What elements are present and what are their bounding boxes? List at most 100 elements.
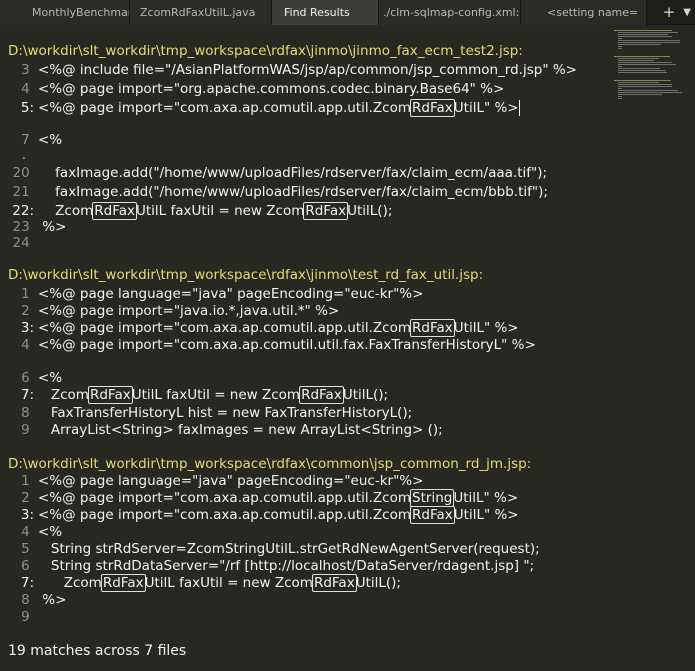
code-text: UtilL();: [342, 387, 389, 403]
line-number: 9: [21, 609, 34, 625]
minimap-line: [618, 66, 622, 67]
minimap-line: [618, 44, 661, 45]
code-text: <%: [38, 370, 63, 386]
match-highlight: RdFax: [410, 319, 455, 337]
match-highlight: String: [410, 489, 455, 507]
line-code: <%@ page import="com.axa.ap.comutil.util…: [38, 337, 536, 353]
code-text: UtilL" %>: [453, 507, 519, 523]
code-text: <%@ page import="com.axa.ap.comutil.app.…: [38, 320, 412, 336]
line-code: <%@ page import="com.axa.ap.comutil.app.…: [38, 489, 519, 507]
line-code: FaxTransferHistoryL hist = new FaxTransf…: [38, 405, 412, 421]
line-code: %>: [38, 219, 66, 235]
result-line[interactable]: 7: ZcomRdFaxUtilL faxUtil = new ZcomRdFa…: [0, 386, 610, 405]
result-line[interactable]: 9: [0, 608, 610, 627]
line-code: faxImage.add("/home/www/uploadFiles/rdse…: [38, 165, 547, 181]
result-line[interactable]: 9 ArrayList<String> faxImages = new Arra…: [0, 421, 610, 440]
tab-find-results[interactable]: Find Results: [272, 0, 379, 25]
line-code: String strRdServer=ZcomStringUtilL.strGe…: [38, 541, 540, 557]
code-text: Zcom: [38, 203, 94, 219]
code-text: <%@ page import="org.apache.commons.code…: [38, 81, 505, 97]
code-text: String strRdDataServer="/rf [http://loca…: [38, 558, 535, 574]
minimap-line: [618, 94, 663, 95]
code-text: UtilL" %>: [453, 490, 519, 506]
line-number: 20: [12, 165, 34, 181]
result-line[interactable]: 20 faxImage.add("/home/www/uploadFiles/r…: [0, 164, 610, 183]
minimap-line: [618, 48, 622, 49]
tab-zcom-rdfax-util[interactable]: ZcomRdFaxUtilL.java: [130, 0, 272, 25]
line-number: 7:: [20, 387, 34, 403]
line-code: <%: [38, 370, 62, 386]
minimap-line: [618, 70, 666, 71]
line-code: <%@ page import="com.axa.ap.comutil.app.…: [38, 319, 519, 337]
result-line[interactable]: 24: [0, 234, 610, 253]
file-path-header[interactable]: D:\workdir\slt_workdir\tmp_workspace\rdf…: [8, 266, 483, 285]
result-line[interactable]: 4 <%@ page import="org.apache.commons.co…: [0, 80, 610, 99]
minimap-line: [618, 96, 622, 97]
new-tab-plus-icon[interactable]: +: [663, 0, 676, 25]
code-text: faxImage.add("/home/www/uploadFiles/rdse…: [38, 165, 548, 181]
line-number: 24: [12, 235, 34, 251]
code-text: Zcom: [38, 575, 102, 591]
find-results-pane[interactable]: D:\workdir\slt_workdir\tmp_workspace\rdf…: [0, 26, 610, 671]
line-number: 7: [21, 132, 34, 148]
omitted-lines-ellipsis: .: [22, 148, 26, 162]
minimap-line: [618, 40, 681, 41]
minimap-line: [618, 98, 622, 99]
line-code: ZcomRdFaxUtilL faxUtil = new ZcomRdFaxUt…: [38, 386, 389, 404]
line-code: <%@ page language="java" pageEncoding="e…: [38, 473, 423, 489]
minimap[interactable]: [612, 26, 695, 216]
result-line[interactable]: 3 <%@ include file="/AsianPlatformWAS/js…: [0, 61, 610, 80]
minimap-line: [618, 86, 672, 87]
line-code: faxImage.add("/home/www/uploadFiles/rdse…: [38, 184, 548, 200]
minimap-line: [618, 32, 679, 33]
code-text: <%@ page import="com.axa.ap.comutil.app.…: [38, 490, 412, 506]
minimap-line: [618, 88, 622, 89]
code-text: String strRdServer=ZcomStringUtilL.strGe…: [38, 541, 540, 557]
code-text: ArrayList<String> faxImages = new ArrayL…: [38, 422, 443, 438]
minimap-line: [614, 80, 671, 81]
minimap-line: [618, 92, 682, 93]
result-line[interactable]: 7 <%: [0, 131, 610, 150]
line-number: 9: [21, 422, 34, 438]
result-line[interactable]: 4 <%@ page import="com.axa.ap.comutil.ut…: [0, 336, 610, 355]
line-code: <%@ page import="java.io.*,java.util.*" …: [38, 303, 339, 319]
line-code: <%@ page language="java" pageEncoding="e…: [38, 286, 423, 302]
line-number: 4: [21, 81, 34, 97]
code-text: UtilL" %>: [453, 320, 519, 336]
match-highlight: RdFax: [311, 574, 357, 592]
find-results-window: MonthlyBenchmark ZcomRdFaxUtilL.java Fin…: [0, 0, 695, 671]
code-text: <%@ page language="java" pageEncoding="e…: [38, 473, 424, 489]
code-text: UtilL faxUtil = new Zcom: [144, 575, 313, 591]
minimap-line: [618, 58, 659, 59]
line-code: ArrayList<String> faxImages = new ArrayL…: [38, 422, 443, 438]
minimap-line: [618, 34, 669, 35]
code-text: <%: [38, 524, 63, 540]
result-line[interactable]: 5: <%@ page import="com.axa.ap.comutil.ap…: [0, 99, 610, 118]
file-path-header[interactable]: D:\workdir\slt_workdir\tmp_workspace\rdf…: [8, 42, 523, 61]
code-text: <%@ page language="java" pageEncoding="e…: [38, 286, 424, 302]
code-text: UtilL faxUtil = new Zcom: [136, 203, 305, 219]
minimap-line: [618, 84, 673, 85]
code-text: <%: [38, 132, 63, 148]
minimap-line: [618, 68, 660, 69]
tab-sqlmap-config[interactable]: ./clm-sqlmap-config.xml:66:: [379, 0, 521, 25]
code-text: faxImage.add("/home/www/uploadFiles/rdse…: [38, 184, 548, 200]
code-text: <%@ page import="com.axa.ap.comutil.app.…: [38, 507, 412, 523]
code-text: UtilL();: [355, 575, 401, 591]
code-text: UtilL();: [347, 203, 393, 219]
tab-setting-name[interactable]: <setting name=: [521, 0, 647, 25]
result-line[interactable]: 21 faxImage.add("/home/www/uploadFiles/r…: [0, 183, 610, 202]
minimap-line: [618, 38, 622, 39]
match-highlight: RdFax: [87, 386, 133, 404]
code-text: <%@ include file="/AsianPlatformWAS/jsp/…: [38, 62, 577, 78]
line-number: 4: [21, 337, 34, 353]
code-text: <%@ page import="com.axa.ap.comutil.util…: [38, 337, 536, 353]
line-code: <%: [38, 132, 62, 148]
line-code: <%@ include file="/AsianPlatformWAS/jsp/…: [38, 62, 577, 78]
line-code: <%@ page import="com.axa.ap.comutil.app.…: [38, 506, 519, 524]
tab-monthly-benchmark[interactable]: MonthlyBenchmark: [0, 0, 130, 25]
minimap-line: [614, 30, 673, 31]
tab-menu-chevron-down-icon[interactable]: ▼: [683, 0, 691, 25]
tab-bar: MonthlyBenchmark ZcomRdFaxUtilL.java Fin…: [0, 0, 695, 25]
minimap-line: [618, 42, 681, 43]
